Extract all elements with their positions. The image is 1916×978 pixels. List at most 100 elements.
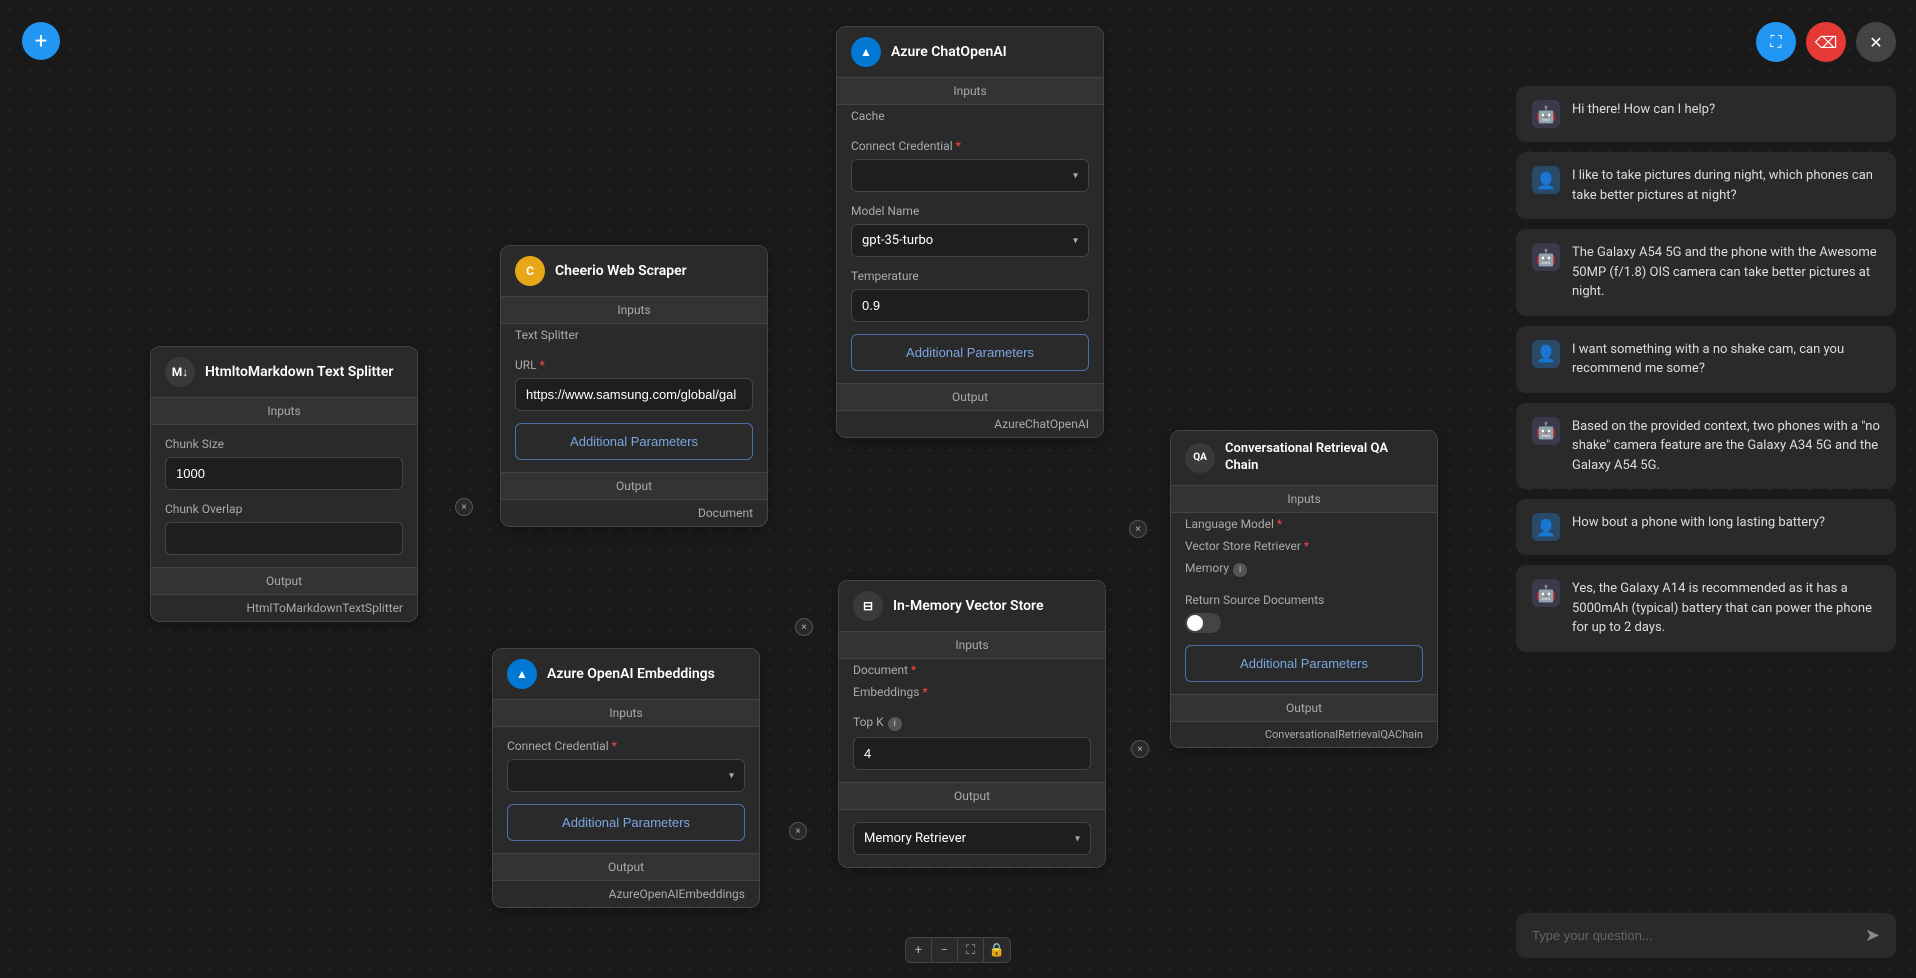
node-title: Azure ChatOpenAI — [891, 44, 1007, 60]
markdown-icon: M↓ — [165, 357, 195, 387]
node-qa-chain[interactable]: QA Conversational Retrieval QA Chain Inp… — [1170, 430, 1438, 748]
user-avatar-icon: 👤 — [1532, 166, 1560, 194]
inputs-section: Inputs — [501, 296, 767, 324]
node-header[interactable]: ▲ Azure ChatOpenAI — [837, 27, 1103, 77]
output-name: AzureOpenAIEmbeddings — [493, 881, 759, 907]
delete-edge-button[interactable]: × — [1131, 740, 1149, 758]
chat-panel: 🤖Hi there! How can I help?👤I like to tak… — [1516, 86, 1896, 958]
message-text: Based on the provided context, two phone… — [1572, 417, 1880, 476]
credential-select[interactable] — [507, 759, 745, 792]
credential-label: Connect Credential * — [507, 739, 745, 753]
node-header[interactable]: C Cheerio Web Scraper — [501, 246, 767, 296]
delete-edge-button[interactable]: × — [795, 618, 813, 636]
cheerio-icon: C — [515, 256, 545, 286]
erase-icon: ⌫ — [1815, 33, 1838, 52]
message-text: Hi there! How can I help? — [1572, 100, 1880, 120]
node-header[interactable]: QA Conversational Retrieval QA Chain — [1171, 431, 1437, 485]
delete-edge-button[interactable]: × — [789, 822, 807, 840]
output-section: Output — [151, 567, 417, 595]
text-splitter-port: Text Splitter — [501, 324, 767, 346]
return-docs-toggle[interactable] — [1185, 613, 1221, 633]
user-avatar-icon: 👤 — [1532, 340, 1560, 368]
zoom-fit-button[interactable]: ⛶ — [958, 938, 984, 962]
url-label: URL * — [515, 358, 753, 372]
credential-select[interactable] — [851, 159, 1089, 192]
additional-parameters-button[interactable]: Additional Parameters — [1185, 645, 1423, 682]
additional-parameters-button[interactable]: Additional Parameters — [507, 804, 745, 841]
delete-edge-button[interactable]: × — [1129, 520, 1147, 538]
message-text: I like to take pictures during night, wh… — [1572, 166, 1880, 205]
node-html-splitter[interactable]: M↓ HtmltoMarkdown Text Splitter Inputs C… — [150, 346, 418, 622]
inputs-section: Inputs — [151, 397, 417, 425]
chunk-overlap-input[interactable] — [165, 522, 403, 555]
chat-message: 👤How bout a phone with long lasting batt… — [1516, 499, 1896, 555]
send-icon: ➤ — [1865, 925, 1880, 946]
embeddings-port: Embeddings * — [839, 681, 1105, 703]
qa-icon: QA — [1185, 443, 1215, 473]
info-icon: i — [1233, 563, 1247, 577]
cache-port: Cache — [837, 105, 1103, 127]
node-azure-chat[interactable]: ▲ Azure ChatOpenAI Inputs Cache Connect … — [836, 26, 1104, 438]
node-title: Cheerio Web Scraper — [555, 263, 687, 279]
zoom-lock-button[interactable]: 🔒 — [984, 938, 1010, 962]
zoom-controls: + − ⛶ 🔒 — [905, 937, 1011, 963]
erase-button[interactable]: ⌫ — [1806, 22, 1846, 62]
node-title: HtmltoMarkdown Text Splitter — [205, 364, 393, 380]
send-button[interactable]: ➤ — [1865, 925, 1880, 946]
message-text: Yes, the Galaxy A14 is recommended as it… — [1572, 579, 1880, 638]
temperature-input[interactable] — [851, 289, 1089, 322]
node-header[interactable]: M↓ HtmltoMarkdown Text Splitter — [151, 347, 417, 397]
additional-parameters-button[interactable]: Additional Parameters — [515, 423, 753, 460]
output-type-select[interactable]: Memory Retriever — [853, 822, 1091, 855]
output-section: Output — [839, 782, 1105, 810]
node-header[interactable]: ▲ Azure OpenAI Embeddings — [493, 649, 759, 699]
model-select[interactable]: gpt-35-turbo — [851, 224, 1089, 257]
node-cheerio[interactable]: C Cheerio Web Scraper Inputs Text Splitt… — [500, 245, 768, 527]
output-name: Document — [501, 500, 767, 526]
node-vector-store[interactable]: ⊟ In-Memory Vector Store Inputs Document… — [838, 580, 1106, 868]
output-section: Output — [501, 472, 767, 500]
message-text: The Galaxy A54 5G and the phone with the… — [1572, 243, 1880, 302]
chat-message: 👤 I want something with a no shake cam, c… — [1516, 326, 1896, 393]
node-title: In-Memory Vector Store — [893, 598, 1043, 614]
output-section: Output — [493, 853, 759, 881]
node-azure-embeddings[interactable]: ▲ Azure OpenAI Embeddings Inputs Connect… — [492, 648, 760, 908]
message-text: I want something with a no shake cam, ca… — [1572, 340, 1880, 379]
retriever-port: Vector Store Retriever * — [1171, 535, 1437, 557]
zoom-out-button[interactable]: − — [932, 938, 958, 962]
node-title: Azure OpenAI Embeddings — [547, 666, 715, 682]
delete-edge-button[interactable]: × — [455, 498, 473, 516]
bot-avatar-icon: 🤖 — [1532, 579, 1560, 607]
model-label: Model Name — [851, 204, 1089, 218]
inputs-section: Inputs — [493, 699, 759, 727]
close-icon: ✕ — [1869, 33, 1882, 52]
output-name: HtmlToMarkdownTextSplitter — [151, 595, 417, 621]
expand-icon: ⛶ — [1770, 32, 1781, 52]
topk-input[interactable] — [853, 737, 1091, 770]
user-avatar-icon: 👤 — [1532, 513, 1560, 541]
node-title: Conversational Retrieval QA Chain — [1225, 441, 1423, 475]
return-docs-label: Return Source Documents — [1185, 593, 1423, 607]
output-name: AzureChatOpenAI — [837, 411, 1103, 437]
node-header[interactable]: ⊟ In-Memory Vector Store — [839, 581, 1105, 631]
close-button[interactable]: ✕ — [1856, 22, 1896, 62]
topk-label: Top Ki — [853, 715, 1091, 731]
azure-icon: ▲ — [507, 659, 537, 689]
url-input[interactable] — [515, 378, 753, 411]
credential-label: Connect Credential * — [851, 139, 1089, 153]
bot-avatar-icon: 🤖 — [1532, 243, 1560, 271]
chat-message: 🤖 The Galaxy A54 5G and the phone with th… — [1516, 229, 1896, 316]
chat-input[interactable] — [1532, 928, 1855, 943]
top-right-controls: ⛶ ⌫ ✕ — [1756, 22, 1896, 62]
chat-message: 🤖Hi there! How can I help? — [1516, 86, 1896, 142]
lang-model-port: Language Model * — [1171, 513, 1437, 535]
add-node-button[interactable]: + — [22, 22, 60, 60]
expand-button[interactable]: ⛶ — [1756, 22, 1796, 62]
additional-parameters-button[interactable]: Additional Parameters — [851, 334, 1089, 371]
chat-message: 👤 I like to take pictures during night, w… — [1516, 152, 1896, 219]
plus-icon: + — [35, 29, 47, 54]
temperature-label: Temperature — [851, 269, 1089, 283]
zoom-in-button[interactable]: + — [906, 938, 932, 962]
chat-message: 🤖 Yes, the Galaxy A14 is recommended as i… — [1516, 565, 1896, 652]
chunk-size-input[interactable] — [165, 457, 403, 490]
